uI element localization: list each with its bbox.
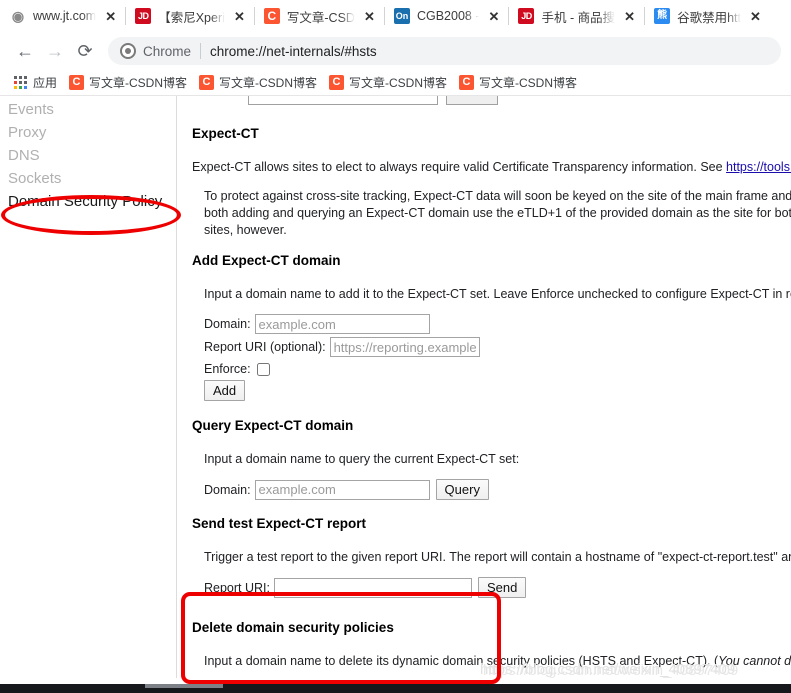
send-report-uri-label: Report URI: [204, 580, 270, 595]
add-report-uri-field-row: Report URI (optional): [192, 337, 791, 357]
tab-close-icon[interactable]: ✕ [232, 9, 247, 24]
clipped-text-input[interactable] [248, 96, 438, 105]
add-expect-ct-domain-description: Input a domain name to add it to the Exp… [204, 287, 791, 301]
sidebar-item-sockets[interactable]: Sockets [0, 167, 176, 190]
add-domain-label: Domain: [204, 317, 251, 331]
query-domain-field-row: Domain: Query [192, 479, 791, 500]
tab-title: 手机 - 商品搜 [541, 10, 616, 25]
query-expect-ct-domain-heading: Query Expect-CT domain [192, 418, 354, 433]
bookmarks-bar: 应用 C 写文章-CSDN博客 C 写文章-CSDN博客 C 写文章-CSDN博… [0, 70, 791, 96]
os-taskbar [0, 684, 791, 693]
globe-icon: ◉ [11, 8, 25, 24]
enforce-field-row: Enforce: [192, 360, 791, 378]
bookmark-label: 写文章-CSDN博客 [219, 76, 318, 90]
bookmark-item[interactable]: C 写文章-CSDN博客 [323, 72, 453, 94]
bookmark-label: 写文章-CSDN博客 [349, 76, 448, 90]
ietf-link[interactable]: https://tools.ietf.or [726, 160, 791, 174]
apps-label: 应用 [33, 76, 58, 90]
taskbar-item[interactable] [145, 684, 223, 688]
add-button[interactable]: Add [204, 380, 246, 401]
tab-close-icon[interactable]: ✕ [362, 9, 377, 24]
hsts-content-panel: Expect-CT Expect-CT allows sites to elec… [178, 96, 791, 678]
browser-window: ◉ www.jt.com ✕ JD 【索尼Xperi ✕ C 写文章-CSD ✕… [0, 0, 791, 693]
browser-tab[interactable]: On CGB2008 - ✕ [383, 0, 509, 32]
browser-tab[interactable]: ◉ www.jt.com ✕ [0, 0, 125, 32]
csdn-icon: C [69, 75, 85, 90]
reload-button[interactable]: ⟳ [70, 36, 100, 66]
tab-title: 写文章-CSD [286, 10, 355, 25]
send-test-report-description: Trigger a test report to the given repor… [204, 550, 791, 564]
tab-close-icon[interactable]: ✕ [486, 9, 501, 24]
csdn-icon: C [199, 75, 215, 90]
browser-toolbar: ← → ⟳ Chrome chrome://net-internals/#hst… [0, 32, 791, 70]
csdn-icon: C [329, 75, 345, 90]
tab-close-icon[interactable]: ✕ [622, 9, 637, 24]
bookmark-item[interactable]: C 写文章-CSDN博客 [453, 72, 583, 94]
chrome-logo-icon [120, 43, 136, 59]
tab-title: 谷歌禁用htt [677, 10, 741, 25]
bookmark-label: 写文章-CSDN博客 [89, 76, 188, 90]
clipped-button[interactable] [446, 96, 498, 105]
query-domain-label: Domain: [204, 482, 251, 497]
sidebar-item-proxy[interactable]: Proxy [0, 121, 176, 144]
enforce-checkbox[interactable] [256, 362, 270, 376]
send-report-uri-field-row: Report URI: Send [192, 577, 791, 598]
query-expect-ct-description: Input a domain name to query the current… [204, 452, 520, 466]
query-button[interactable]: Query [435, 479, 489, 500]
tab-close-icon[interactable]: ✕ [748, 9, 763, 24]
watermark: https://blog.csdn.net/weixin_40897409 ht… [480, 661, 739, 679]
omnibox-divider [200, 43, 202, 59]
browser-tab[interactable]: JD 手机 - 商品搜 ✕ [508, 0, 644, 32]
address-bar[interactable]: Chrome chrome://net-internals/#hsts [108, 37, 781, 65]
tab-title: www.jt.com [33, 9, 97, 23]
csdn-icon: C [263, 8, 280, 24]
apps-shortcut[interactable]: 应用 [8, 72, 63, 94]
add-domain-input[interactable] [254, 314, 430, 334]
add-domain-field-row: Domain: [192, 314, 791, 334]
browser-tab[interactable]: 熊 谷歌禁用htt ✕ [644, 0, 770, 32]
omnibox-url: chrome://net-internals/#hsts [210, 43, 377, 59]
query-domain-input[interactable] [254, 479, 430, 500]
add-report-uri-input[interactable] [329, 337, 480, 357]
sidebar-item-events[interactable]: Events [0, 98, 176, 121]
delete-domain-security-policies-heading: Delete domain security policies [192, 620, 394, 635]
on-icon: On [393, 8, 410, 24]
jd-icon: JD [135, 8, 152, 24]
csdn-icon: C [459, 75, 475, 90]
baidu-icon: 熊 [654, 8, 671, 24]
net-internals-page: Events Proxy DNS Sockets Domain Security… [0, 96, 791, 678]
expect-ct-heading: Expect-CT [192, 126, 259, 141]
sidebar-item-domain-security-policy[interactable]: Domain Security Policy [0, 190, 176, 213]
add-button-row: Add [192, 380, 791, 401]
send-button[interactable]: Send [478, 577, 527, 598]
bookmark-item[interactable]: C 写文章-CSDN博客 [63, 72, 193, 94]
expect-ct-intro: Expect-CT allows sites to elect to alway… [192, 159, 791, 176]
bookmark-label: 写文章-CSDN博客 [479, 76, 578, 90]
send-test-report-heading: Send test Expect-CT report [192, 516, 367, 531]
add-expect-ct-domain-heading: Add Expect-CT domain [192, 253, 341, 268]
tab-title: 【索尼Xperi [158, 10, 225, 25]
add-report-uri-label: Report URI (optional): [204, 340, 326, 354]
expect-ct-note-line-2: both adding and querying an Expect-CT do… [204, 206, 791, 220]
clipped-form-row-above [248, 96, 498, 105]
back-button[interactable]: ← [10, 36, 40, 66]
tab-title: CGB2008 - [416, 9, 480, 23]
send-report-uri-input[interactable] [274, 577, 472, 598]
omnibox-scheme-chip: Chrome [143, 43, 192, 59]
expect-ct-note-line-1: To protect against cross-site tracking, … [204, 189, 791, 203]
jd-icon: JD [518, 8, 535, 24]
expect-ct-note-line-3: sites, however. [204, 223, 287, 237]
enforce-label: Enforce: [204, 362, 251, 376]
browser-tab[interactable]: JD 【索尼Xperi ✕ [125, 0, 254, 32]
net-internals-sidebar: Events Proxy DNS Sockets Domain Security… [0, 96, 177, 678]
tab-strip: ◉ www.jt.com ✕ JD 【索尼Xperi ✕ C 写文章-CSD ✕… [0, 0, 791, 32]
apps-grid-icon [14, 75, 28, 90]
forward-button[interactable]: → [40, 36, 70, 66]
browser-tab[interactable]: C 写文章-CSD ✕ [253, 0, 384, 32]
expect-ct-intro-text: Expect-CT allows sites to elect to alway… [192, 160, 727, 174]
watermark-text-ghost: https://blog.csdn.net/weixin_40897409 [483, 662, 739, 679]
sidebar-item-dns[interactable]: DNS [0, 144, 176, 167]
bookmark-item[interactable]: C 写文章-CSDN博客 [193, 72, 323, 94]
tab-close-icon[interactable]: ✕ [103, 9, 118, 24]
